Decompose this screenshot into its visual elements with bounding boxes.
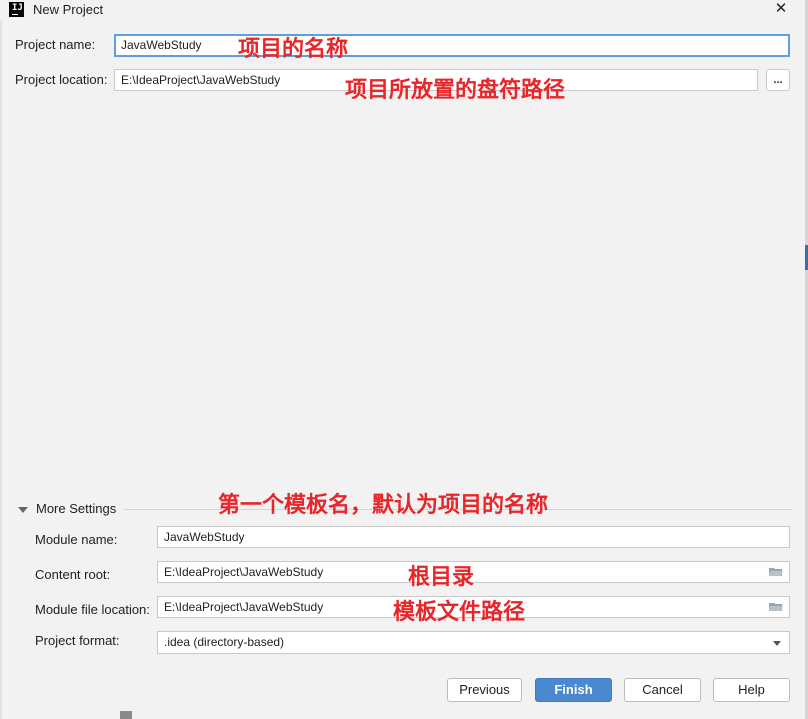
close-icon[interactable]: ✕ xyxy=(772,0,790,18)
finish-button[interactable]: Finish xyxy=(535,678,612,702)
more-settings-toggle[interactable]: More Settings xyxy=(18,501,116,516)
project-format-select[interactable]: .idea (directory-based) xyxy=(157,631,790,654)
more-settings-label: More Settings xyxy=(36,501,117,516)
project-format-label: Project format: xyxy=(35,633,120,648)
module-file-location-label: Module file location: xyxy=(35,602,150,617)
annotation-content-root: 根目录 xyxy=(408,565,475,590)
project-name-label: Project name: xyxy=(15,37,96,52)
annotation-module-name: 第一个模板名，默认为项目的名称 xyxy=(218,493,549,518)
app-icon-text: IJ xyxy=(12,3,23,13)
project-name-input[interactable]: JavaWebStudy xyxy=(114,34,790,57)
help-button[interactable]: Help xyxy=(713,678,790,702)
project-location-label: Project location: xyxy=(15,72,108,87)
annotation-module-file: 模板文件路径 xyxy=(393,600,526,625)
annotation-project-location: 项目所放置的盘符路径 xyxy=(345,78,566,103)
title-bar: IJ New Project ✕ xyxy=(0,0,808,20)
intellij-app-icon: IJ xyxy=(9,2,24,17)
folder-icon[interactable] xyxy=(769,602,783,612)
annotation-project-name: 项目的名称 xyxy=(238,37,349,62)
left-window-edge xyxy=(0,0,2,719)
project-format-value: .idea (directory-based) xyxy=(164,635,285,649)
module-name-input[interactable]: JavaWebStudy xyxy=(157,526,790,548)
browse-location-button[interactable]: ... xyxy=(766,69,790,91)
cancel-button[interactable]: Cancel xyxy=(624,678,701,702)
background-window-fragment xyxy=(120,711,132,719)
content-root-label: Content root: xyxy=(35,567,111,582)
module-name-label: Module name: xyxy=(35,532,118,547)
dropdown-arrow-icon xyxy=(773,641,781,646)
expand-triangle-icon xyxy=(18,506,28,513)
previous-button[interactable]: Previous xyxy=(447,678,522,702)
folder-icon[interactable] xyxy=(769,567,783,577)
app-icon-underline xyxy=(12,14,18,15)
window-title: New Project xyxy=(33,2,104,17)
